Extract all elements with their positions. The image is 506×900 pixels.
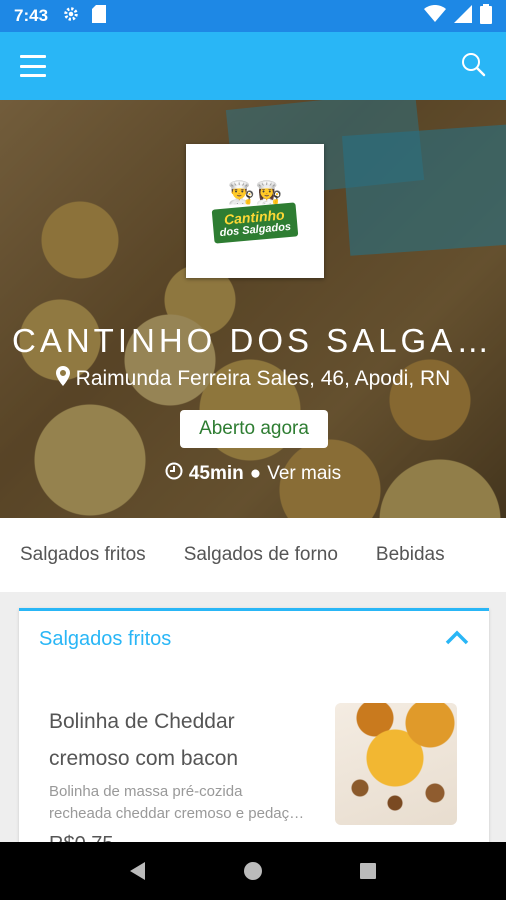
chef-icon: 👨‍🍳👩‍🍳: [227, 179, 283, 205]
delivery-time: 45min: [188, 463, 244, 484]
location-pin-icon: [55, 366, 70, 392]
sd-card-icon: [92, 4, 107, 28]
see-more-link[interactable]: Ver mais: [267, 463, 341, 485]
battery-icon: [480, 3, 492, 29]
recents-icon[interactable]: [348, 851, 388, 891]
store-hero: 👨‍🍳👩‍🍳 Cantinho dos Salgados CANTINHO DO…: [0, 100, 506, 518]
address-text: Raimunda Ferreira Sales, 46, Apodi, RN: [75, 367, 451, 390]
gear-icon: [62, 5, 80, 28]
status-time: 7:43: [14, 6, 49, 25]
product-item[interactable]: Bolinha de Cheddar cremoso com bacon Bol…: [19, 703, 489, 855]
hamburger-menu-icon[interactable]: [20, 55, 46, 77]
tab-salgados-fritos[interactable]: Salgados fritos: [20, 544, 146, 566]
separator-dot: ●: [249, 463, 262, 484]
wifi-icon: [424, 4, 446, 28]
signal-icon: [454, 4, 472, 28]
store-logo: 👨‍🍳👩‍🍳 Cantinho dos Salgados: [186, 144, 324, 278]
section-title: Salgados fritos: [39, 627, 172, 650]
store-name: CANTINHO DOS SALGA...: [12, 322, 496, 359]
clock-icon: [165, 462, 183, 486]
store-meta: 45min ● Ver mais: [0, 462, 506, 486]
search-icon[interactable]: [460, 51, 486, 82]
home-icon[interactable]: [233, 851, 273, 891]
product-image: [335, 703, 457, 825]
section-header[interactable]: Salgados fritos: [19, 611, 489, 667]
open-status-badge[interactable]: Aberto agora: [180, 410, 328, 448]
category-tabs: Salgados fritos Salgados de forno Bebida…: [0, 518, 506, 592]
store-address: Raimunda Ferreira Sales, 46, Apodi, RN: [0, 366, 506, 392]
system-nav-bar: [0, 842, 506, 900]
tab-salgados-de-forno[interactable]: Salgados de forno: [184, 544, 338, 566]
tab-bebidas[interactable]: Bebidas: [376, 544, 445, 566]
back-icon[interactable]: [118, 851, 158, 891]
status-bar: 7:43: [0, 0, 506, 32]
product-name: Bolinha de Cheddar cremoso com bacon: [49, 710, 239, 770]
product-description: Bolinha de massa pré-cozida recheada che…: [49, 783, 305, 822]
chevron-up-icon[interactable]: [445, 629, 469, 650]
app-bar: [0, 32, 506, 100]
